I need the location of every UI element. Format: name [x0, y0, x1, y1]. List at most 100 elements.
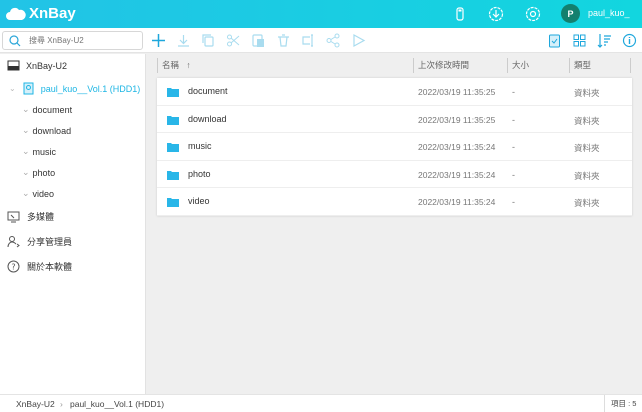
grid-view-icon[interactable] — [572, 33, 587, 48]
help-icon: ? — [7, 260, 20, 273]
download-badge-icon[interactable] — [488, 6, 504, 22]
sidebar-item-volume[interactable]: ⌄ paul_kuo__Vol.1 (HDD1) — [9, 82, 140, 95]
cut-icon[interactable] — [226, 33, 241, 48]
logo[interactable]: XnBay — [6, 5, 76, 22]
drive-icon — [7, 60, 20, 71]
folder-label: document — [32, 104, 73, 115]
chevron-down-icon: ⌄ — [22, 167, 30, 177]
file-size: - — [512, 87, 515, 97]
folder-label: music — [32, 146, 57, 157]
about-label: 關於本軟體 — [27, 262, 73, 272]
folder-label: photo — [32, 167, 56, 178]
file-name: music — [188, 141, 212, 152]
folder-icon — [167, 170, 179, 180]
sidebar-item-device[interactable]: XnBay-U2 — [7, 60, 67, 71]
column-header-type[interactable]: 類型 — [569, 58, 631, 73]
item-count: 項目 : 5 — [604, 395, 636, 412]
column-header-modified[interactable]: 上次修改時間 — [413, 58, 507, 73]
hdd-icon — [23, 82, 34, 95]
sidebar-folder[interactable]: ⌄ music — [22, 146, 56, 157]
sort-icon[interactable] — [597, 33, 612, 48]
folder-label: download — [32, 125, 72, 136]
file-table: document 2022/03/19 11:35:25 - 資料夾 downl… — [157, 78, 632, 216]
file-modified: 2022/03/19 11:35:25 — [418, 114, 496, 125]
table-row[interactable]: music 2022/03/19 11:35:24 - 資料夾 — [157, 133, 632, 161]
sidebar-item-media[interactable]: 多媒體 — [7, 210, 54, 223]
svg-text:?: ? — [11, 263, 15, 272]
file-type: 資料夾 — [574, 170, 600, 181]
share-icon[interactable] — [326, 33, 341, 48]
file-size: - — [512, 114, 515, 125]
breadcrumb-separator-icon: › — [60, 399, 63, 409]
table-row[interactable]: document 2022/03/19 11:35:25 - 資料夾 — [157, 78, 632, 106]
share-admin-label: 分享管理員 — [27, 237, 73, 247]
sidebar: XnBay-U2 ⌄ paul_kuo__Vol.1 (HDD1) ⌄ docum… — [0, 54, 146, 394]
user-share-icon — [7, 236, 20, 248]
file-size: - — [512, 197, 515, 208]
file-modified: 2022/03/19 11:35:24 — [418, 197, 496, 208]
chevron-down-icon: ⌄ — [22, 104, 30, 114]
chevron-down-icon: ⌄ — [9, 84, 16, 93]
status-bar: XnBay-U2 › paul_kuo__Vol.1 (HDD1) 項目 : 5 — [0, 394, 642, 412]
file-type: 資料夾 — [574, 88, 600, 98]
media-label: 多媒體 — [27, 212, 55, 222]
copy-icon[interactable] — [201, 33, 216, 48]
folder-icon — [167, 88, 179, 97]
toolbar — [0, 28, 642, 53]
device-label: XnBay-U2 — [26, 60, 68, 71]
volume-label: paul_kuo__Vol.1 (HDD1) — [40, 83, 141, 94]
app-header: XnBay P paul_kuo_ — [0, 0, 642, 28]
file-modified: 2022/03/19 11:35:24 — [418, 142, 496, 153]
chevron-down-icon: ⌄ — [22, 146, 30, 156]
sort-ascending-icon: ↑ — [186, 60, 191, 70]
file-name: video — [188, 196, 210, 207]
column-header-name[interactable]: 名稱 ↑ — [157, 58, 413, 73]
chevron-down-icon: ⌄ — [22, 188, 30, 198]
add-icon[interactable] — [151, 33, 166, 48]
sidebar-item-share-admin[interactable]: 分享管理員 — [7, 235, 72, 248]
paste-icon[interactable] — [251, 33, 266, 48]
search-input[interactable] — [29, 36, 129, 45]
avatar[interactable]: P — [561, 4, 580, 23]
download-icon[interactable] — [176, 33, 191, 48]
cloud-icon — [6, 7, 26, 20]
table-row[interactable]: video 2022/03/19 11:35:24 - 資料夾 — [157, 188, 632, 216]
folder-icon — [167, 143, 179, 153]
column-header-size[interactable]: 大小 — [507, 58, 569, 73]
breadcrumb-volume[interactable]: paul_kuo__Vol.1 (HDD1) — [70, 399, 164, 409]
gear-icon[interactable] — [525, 6, 541, 22]
breadcrumb-device[interactable]: XnBay-U2 — [16, 399, 55, 409]
sidebar-folder[interactable]: ⌄ photo — [22, 167, 55, 178]
file-name: document — [188, 86, 228, 96]
file-name: photo — [188, 168, 211, 179]
usb-drive-icon[interactable] — [452, 6, 468, 22]
app-name: XnBay — [29, 5, 76, 22]
clipboard-check-icon[interactable] — [547, 33, 562, 48]
sidebar-item-about[interactable]: ? 關於本軟體 — [7, 260, 72, 273]
rename-icon[interactable] — [301, 33, 316, 48]
file-size: - — [512, 142, 515, 153]
media-screen-icon — [7, 211, 20, 222]
search-box[interactable] — [2, 31, 143, 50]
file-modified: 2022/03/19 11:35:25 — [418, 87, 496, 97]
folder-label: video — [32, 188, 55, 199]
play-icon[interactable] — [351, 33, 366, 48]
file-name: download — [188, 113, 227, 124]
column-name-label: 名稱 — [162, 60, 180, 70]
table-row[interactable]: photo 2022/03/19 11:35:24 - 資料夾 — [157, 161, 632, 189]
table-row[interactable]: download 2022/03/19 11:35:25 - 資料夾 — [157, 106, 632, 134]
sidebar-folder[interactable]: ⌄ video — [22, 188, 54, 199]
file-size: - — [512, 169, 515, 180]
trash-icon[interactable] — [276, 33, 291, 48]
folder-icon — [167, 198, 179, 208]
file-modified: 2022/03/19 11:35:24 — [418, 169, 496, 180]
file-type: 資料夾 — [574, 143, 600, 154]
file-list-panel: 名稱 ↑ 上次修改時間 大小 類型 document 2022/03/19 11… — [147, 54, 642, 394]
file-type: 資料夾 — [574, 198, 600, 209]
info-icon[interactable] — [622, 33, 637, 48]
user-name[interactable]: paul_kuo_ — [588, 8, 630, 18]
search-icon — [9, 34, 21, 46]
sidebar-folder[interactable]: ⌄ document — [22, 104, 72, 115]
sidebar-folder[interactable]: ⌄ download — [22, 125, 71, 136]
folder-icon — [167, 115, 179, 125]
